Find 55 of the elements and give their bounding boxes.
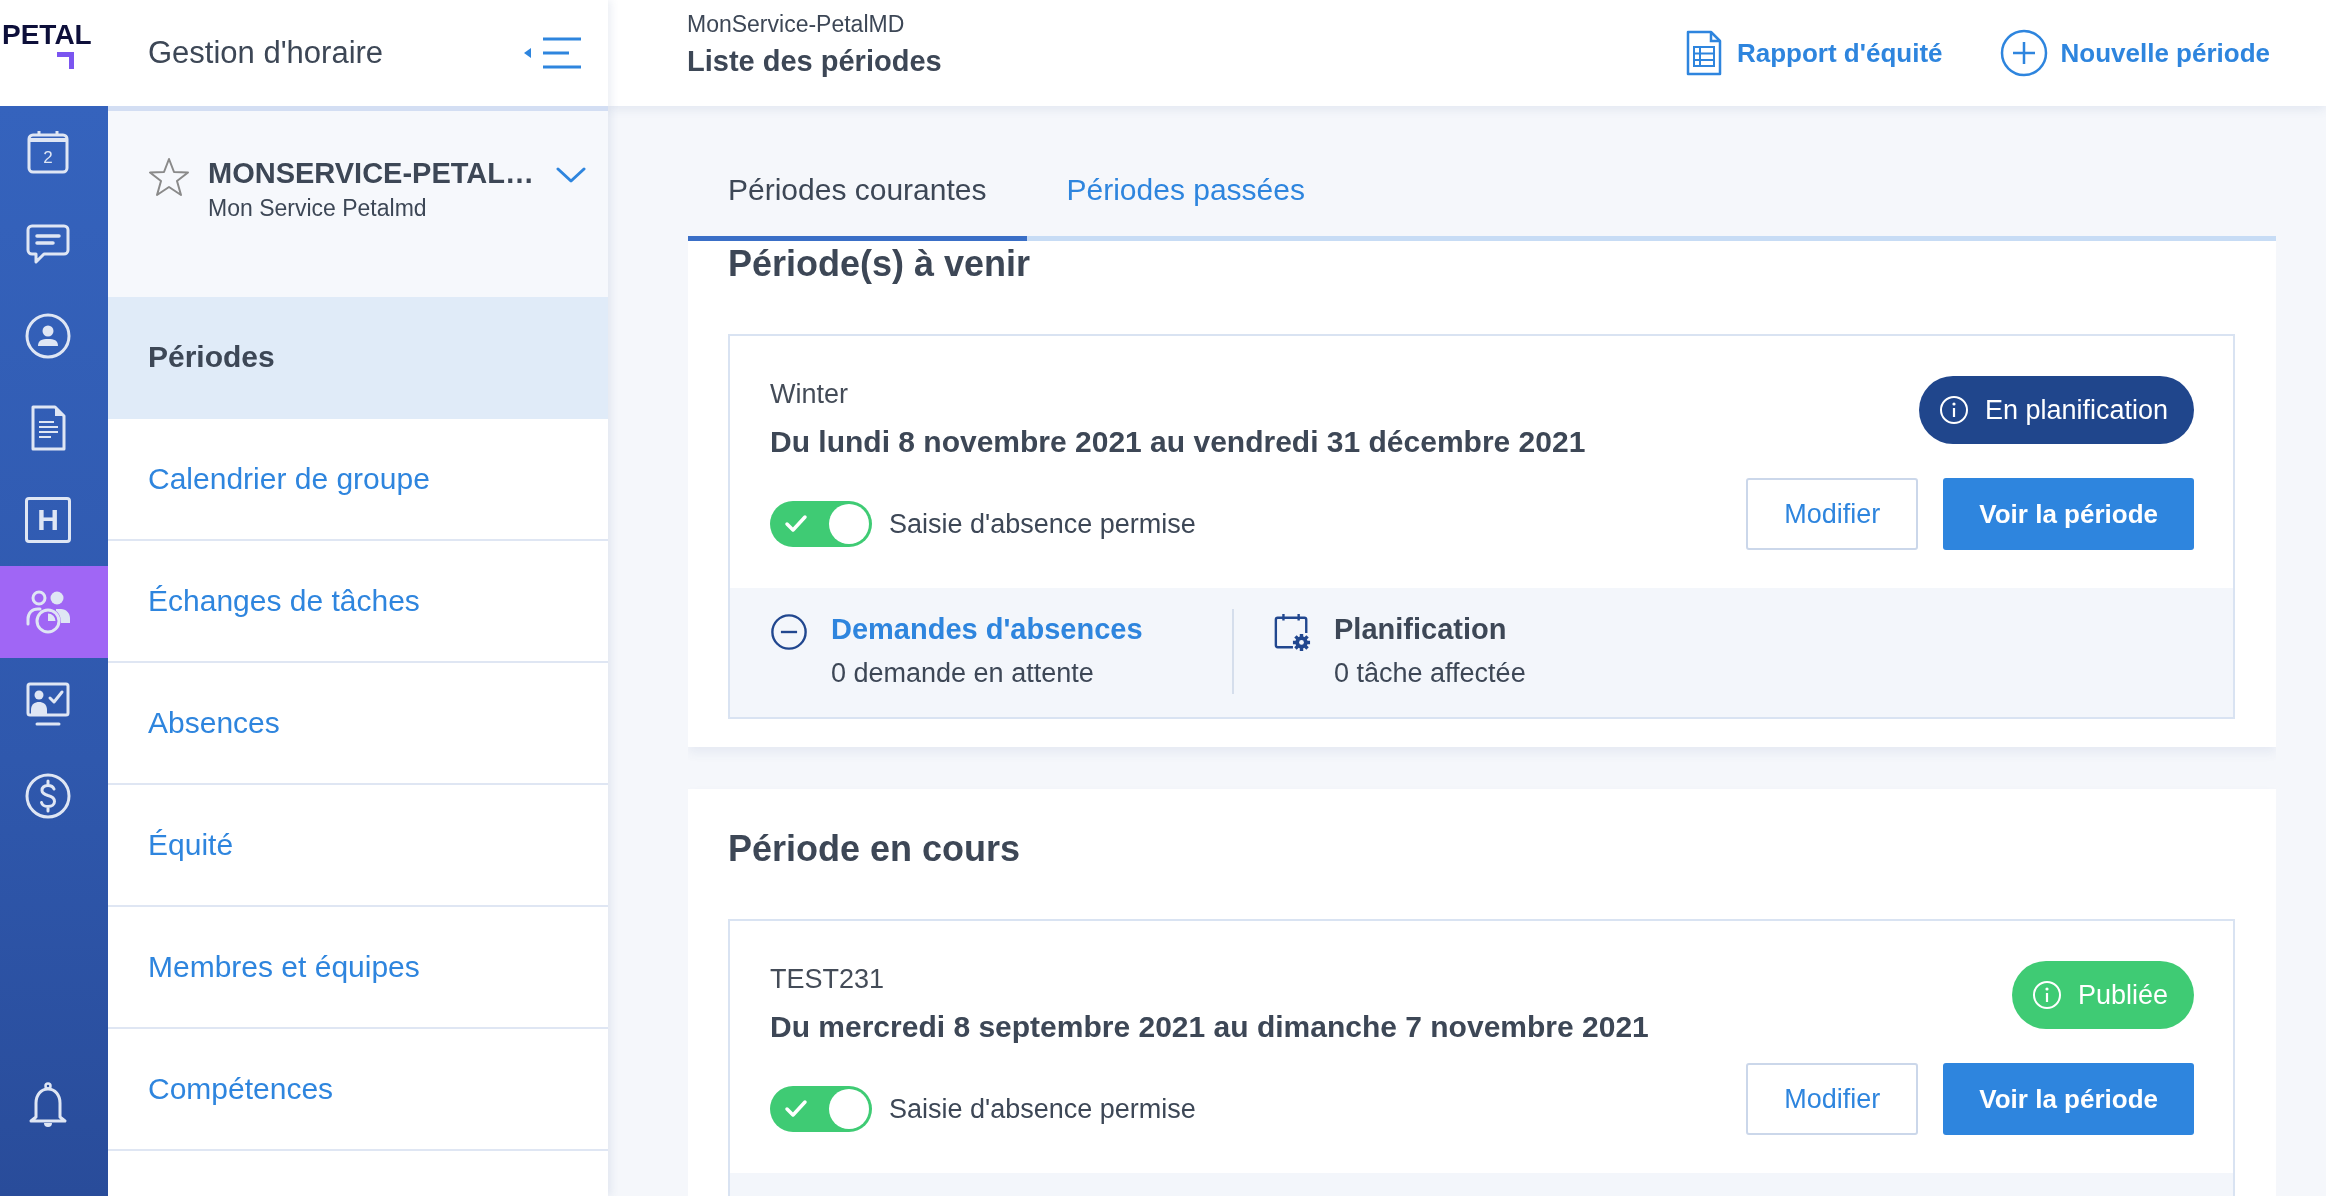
summary-detail: 0 tâche affectée bbox=[1334, 658, 1526, 688]
logo-corner-icon bbox=[57, 52, 74, 69]
team-nav-button[interactable] bbox=[0, 566, 108, 658]
sidebar-item[interactable]: Calendrier de groupe bbox=[108, 419, 608, 541]
info-icon bbox=[1938, 395, 1969, 425]
sidebar-item[interactable]: Membres et équipes bbox=[108, 907, 608, 1029]
calendar-day-number: 2 bbox=[43, 148, 53, 167]
sidebar-title: Gestion d'horaire bbox=[148, 35, 384, 71]
info-icon bbox=[2031, 980, 2062, 1010]
period-name: TEST231 bbox=[770, 964, 885, 994]
presentation-icon bbox=[24, 680, 72, 728]
absence-toggle[interactable] bbox=[770, 1086, 872, 1132]
period-name: Winter bbox=[770, 379, 848, 409]
view-period-button[interactable]: Voir la période bbox=[1943, 1063, 2194, 1135]
absence-toggle[interactable] bbox=[770, 501, 872, 547]
status-label: En planification bbox=[1984, 394, 2168, 426]
sidebar-item[interactable]: Compétences bbox=[108, 1029, 608, 1151]
period-dates: Du lundi 8 novembre 2021 au vendredi 31 décembre 2021 bbox=[770, 424, 1586, 460]
toggle-label: Saisie d'absence permise bbox=[889, 1093, 1196, 1125]
calendar-nav-button[interactable]: 2 bbox=[0, 106, 108, 198]
toggle-label: Saisie d'absence permise bbox=[889, 508, 1196, 540]
equity-report-link[interactable]: Rapport d'équité bbox=[1684, 29, 1943, 77]
edit-button[interactable]: Modifier bbox=[1746, 1063, 1919, 1135]
add-circle-icon bbox=[1999, 29, 2048, 77]
letter-nav-button[interactable]: H bbox=[0, 474, 108, 566]
tab[interactable]: Périodes passées bbox=[1026, 172, 1345, 241]
new-period-link[interactable]: Nouvelle période bbox=[1999, 29, 2270, 77]
chevron-down-icon[interactable] bbox=[556, 167, 586, 184]
collapse-menu-icon[interactable] bbox=[524, 37, 582, 69]
view-period-button[interactable]: Voir la période bbox=[1943, 478, 2194, 550]
page-title: Liste des périodes bbox=[687, 44, 942, 79]
calendar-gear-icon bbox=[1273, 612, 1311, 652]
team-clock-icon bbox=[24, 588, 72, 636]
sidebar-item[interactable]: Équité bbox=[108, 785, 608, 907]
section-heading: Période en cours bbox=[728, 829, 1022, 869]
letter-tile: H bbox=[25, 497, 71, 543]
user-icon bbox=[24, 312, 72, 360]
status-label: Publiée bbox=[2077, 979, 2168, 1011]
period-dates: Du mercredi 8 septembre 2021 au dimanche 7 novembre 2021 bbox=[770, 1009, 1649, 1045]
spreadsheet-document-icon bbox=[1684, 29, 1724, 77]
summary-title: Planification bbox=[1334, 612, 1507, 646]
section-heading: Période(s) à venir bbox=[728, 244, 1032, 284]
logo-wordmark: PETAL bbox=[2, 20, 92, 50]
edit-button[interactable]: Modifier bbox=[1746, 478, 1919, 550]
dollar-circle-icon bbox=[24, 772, 72, 820]
star-icon[interactable] bbox=[149, 157, 189, 197]
sidebar-item[interactable]: Absences bbox=[108, 663, 608, 785]
absence-requests-link[interactable]: Demandes d'absences bbox=[831, 612, 1143, 646]
sidebar-item[interactable]: Échanges de tâches bbox=[108, 541, 608, 663]
minus-circle-icon bbox=[770, 612, 808, 652]
service-subtitle: Mon Service Petalmd bbox=[208, 194, 427, 223]
sidebar-item[interactable]: Périodes bbox=[108, 297, 608, 419]
page-breadcrumb: MonService-PetalMD bbox=[687, 10, 905, 38]
summary-detail: 0 demande en attente bbox=[831, 658, 1094, 688]
service-name: MONSERVICE-PETAL… bbox=[208, 156, 534, 191]
